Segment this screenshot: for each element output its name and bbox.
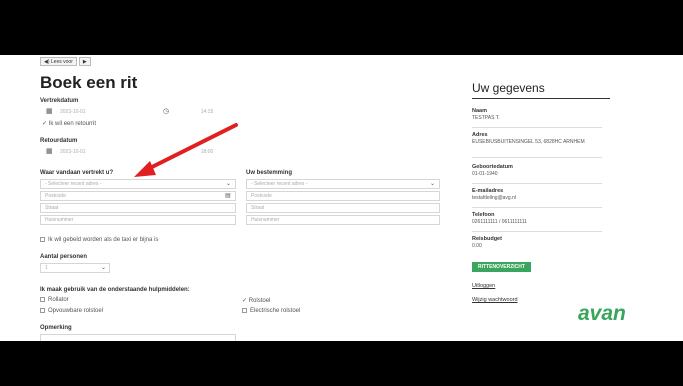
speaker-icon: ◀) (44, 59, 50, 65)
chevron-down-icon: ⌄ (430, 181, 436, 187)
elektrische-rolstoel-checkbox[interactable]: Electrische rolstoel (242, 308, 300, 314)
vertrek-straat-input[interactable]: Straat (40, 203, 236, 213)
play-button[interactable]: ▶ (78, 57, 91, 66)
chevron-down-icon: ⌄ (226, 181, 232, 187)
email-value: testafdeling@avg.nl (472, 195, 516, 201)
vertrekdatum-input[interactable]: 2023-10-01 (56, 108, 156, 118)
vertrektijd-input[interactable]: 14:15 (175, 108, 235, 118)
adres-value: EUSEBIUSBUITENSINGEL 53, 6828HC ARNHEM (472, 139, 585, 145)
read-aloud-button[interactable]: ◀) Lees voor (40, 57, 77, 66)
reisbudget-value: 0.00 (472, 243, 482, 249)
reisbudget-label: Reisbudget (472, 236, 502, 242)
opmerking-label: Opmerking (40, 325, 72, 331)
video-frame: ◀) Lees voor ▶ Boek een rit Vertrekdatum… (0, 0, 683, 386)
divider (472, 231, 602, 232)
map-icon: ▤ (225, 193, 231, 199)
hulpmiddelen-label: Ik maak gebruik van de onderstaande hulp… (40, 287, 190, 293)
play-icon: ▶ (82, 59, 87, 65)
wijzig-wachtwoord-link[interactable]: Wijzig wachtwoord (472, 297, 518, 303)
bestemming-recent-select[interactable]: - Selecteer recent adres - (246, 179, 440, 189)
booking-page: ◀) Lees voor ▶ Boek een rit Vertrekdatum… (0, 55, 683, 341)
aantal-label: Aantal personen (40, 254, 88, 260)
vertrek-label: Waar vandaan vertrekt u? (40, 170, 114, 176)
adres-label: Adres (472, 132, 488, 138)
divider (472, 207, 602, 208)
calendar-icon: ▦ (46, 148, 53, 155)
page-title: Boek een rit (40, 73, 138, 92)
rittenoverzicht-button[interactable]: RITTENOVERZICHT (472, 262, 531, 272)
clock-icon: ◷ (163, 108, 170, 115)
telefoon-value: 0261111111 / 0611111111 (472, 219, 527, 225)
uitloggen-link[interactable]: Uitloggen (472, 283, 495, 289)
retour-checkbox[interactable]: ✓ Ik wil een retourrit (42, 120, 96, 127)
geboortedatum-value: 01-01-1940 (472, 171, 498, 177)
avan-logo: avan (578, 302, 626, 325)
red-arrow-annotation (134, 123, 238, 177)
naam-label: Naam (472, 108, 487, 114)
chevron-down-icon: ⌄ (101, 265, 107, 271)
bestemming-label: Uw bestemming (246, 170, 293, 176)
bestemming-straat-input[interactable]: Straat (246, 203, 440, 213)
divider (472, 157, 602, 158)
telefoon-label: Telefoon (472, 212, 495, 218)
sidebar-title: Uw gegevens (472, 81, 545, 95)
read-aloud-toolbar: ◀) Lees voor ▶ (40, 57, 91, 66)
calendar-icon: ▦ (46, 108, 53, 115)
vertrek-huisnummer-input[interactable]: Huisnummer (40, 215, 236, 225)
opvouwbare-rolstoel-checkbox[interactable]: Opvouwbare rolstoel (40, 308, 103, 314)
divider (472, 183, 602, 184)
vertrekdatum-label: Vertrekdatum (40, 98, 79, 104)
geboortedatum-label: Geboortedatum (472, 164, 513, 170)
naam-value: TESTPAS T. (472, 115, 500, 121)
rollator-checkbox[interactable]: Rollator (40, 297, 69, 303)
aantal-select[interactable]: 1 (40, 263, 110, 273)
bestemming-postcode-input[interactable]: Postcode (246, 191, 440, 201)
title-underline (472, 98, 610, 99)
retourdatum-label: Retourdatum (40, 138, 78, 144)
rolstoel-checkbox[interactable]: ✓ Rolstoel (242, 297, 270, 304)
taxi-checkbox[interactable]: Ik wil gebeld worden als de taxi er bijn… (40, 237, 158, 243)
vertrek-postcode-input[interactable]: Postcode (40, 191, 236, 201)
divider (472, 127, 602, 128)
opmerking-textarea[interactable] (40, 334, 236, 341)
email-label: E-mailadres (472, 188, 504, 194)
bestemming-huisnummer-input[interactable]: Huisnummer (246, 215, 440, 225)
